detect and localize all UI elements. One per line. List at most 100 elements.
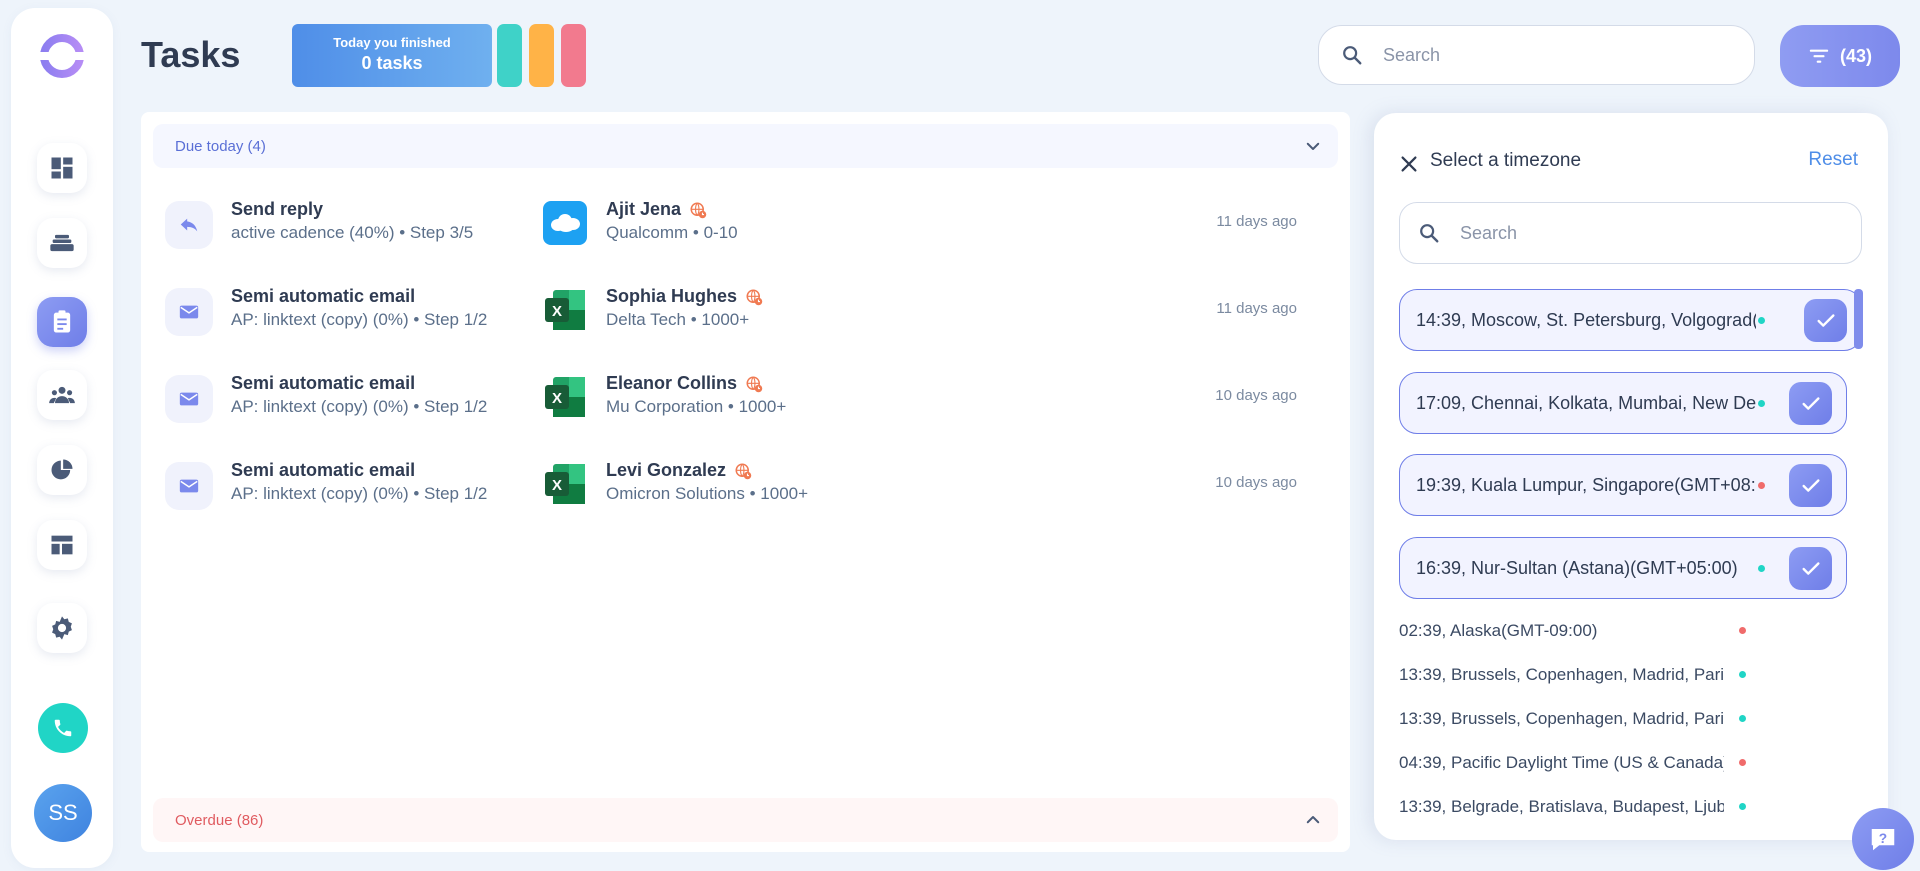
scrollbar[interactable]: [1854, 289, 1863, 349]
table-row[interactable]: Send reply active cadence (40%) • Step 3…: [165, 193, 1325, 257]
check-icon: [1801, 561, 1820, 575]
close-icon[interactable]: [1398, 153, 1420, 175]
help-button[interactable]: ?: [1852, 808, 1914, 870]
avatar[interactable]: SS: [34, 784, 92, 842]
timezone-label: 02:39, Alaska(GMT-09:00): [1399, 621, 1598, 640]
table-row[interactable]: Semi automatic email AP: linktext (copy)…: [165, 280, 1325, 344]
section-overdue[interactable]: Overdue (86): [153, 798, 1338, 842]
section-due-label: Due today (4): [175, 137, 266, 155]
email-icon: [179, 392, 199, 406]
task-type-icon: [165, 462, 213, 510]
clipboard-icon: [53, 310, 71, 333]
table-row[interactable]: Semi automatic email AP: linktext (copy)…: [165, 454, 1325, 518]
timezone-option[interactable]: 02:39, Alaska(GMT-09:00): [1399, 616, 1869, 646]
gear-icon: [52, 616, 72, 640]
status-chip-teal[interactable]: [497, 24, 522, 87]
timezone-label: 17:09, Chennai, Kolkata, Mumbai, New Del…: [1416, 392, 1756, 413]
contact-name-text: Eleanor Collins: [606, 373, 738, 393]
task-type-icon: [165, 375, 213, 423]
contact-company: Omicron Solutions • 1000+: [606, 484, 809, 503]
sidebar-item-cadences[interactable]: [37, 218, 87, 268]
task-time: 10 days ago: [1215, 474, 1297, 491]
sidebar-item-dashboard[interactable]: [37, 143, 87, 193]
timezone-option[interactable]: 13:39, Brussels, Copenhagen, Madrid, Par…: [1399, 704, 1869, 734]
task-time: 10 days ago: [1215, 387, 1297, 404]
timezone-option[interactable]: 04:39, Pacific Daylight Time (US & Canad…: [1399, 748, 1869, 778]
task-type-icon: [165, 201, 213, 249]
section-due-today[interactable]: Due today (4): [153, 124, 1338, 168]
task-time: 11 days ago: [1216, 213, 1297, 230]
pie-chart-icon: [51, 459, 73, 480]
status-dot: [1758, 482, 1765, 489]
timezone-option-selected[interactable]: 19:39, Kuala Lumpur, Singapore(GMT+08:00…: [1399, 454, 1847, 516]
company-logo: X: [543, 375, 587, 419]
globe-clock-icon: [746, 289, 763, 305]
contact-company: Mu Corporation • 1000+: [606, 397, 787, 416]
contact-name[interactable]: Levi Gonzalez: [606, 460, 752, 481]
timezone-option[interactable]: 13:39, Belgrade, Bratislava, Budapest, L…: [1399, 792, 1869, 822]
timezone-option[interactable]: 13:39, Brussels, Copenhagen, Madrid, Par…: [1399, 660, 1869, 690]
status-chip-pink[interactable]: [561, 24, 586, 87]
status-dot: [1739, 803, 1746, 810]
status-dot: [1758, 317, 1765, 324]
timezone-label: 14:39, Moscow, St. Petersburg, Volgograd…: [1416, 309, 1756, 330]
svg-text:X: X: [552, 477, 562, 494]
checkbox-checked[interactable]: [1789, 547, 1832, 590]
timezone-search-input[interactable]: [1460, 222, 1815, 244]
company-logo: [543, 201, 587, 245]
status-dot: [1758, 565, 1765, 572]
status-dot: [1739, 759, 1746, 766]
timezone-label: 13:39, Belgrade, Bratislava, Budapest, L…: [1399, 797, 1724, 816]
search-input[interactable]: [1383, 44, 1714, 66]
sidebar-item-tasks[interactable]: [37, 297, 87, 347]
salesforce-icon: [551, 214, 580, 232]
status-dot: [1758, 400, 1765, 407]
finished-value: 0 tasks: [361, 53, 423, 73]
excel-icon: X: [545, 464, 585, 504]
reset-button[interactable]: Reset: [1808, 149, 1858, 171]
globe-clock-icon: [735, 463, 752, 479]
contact-name[interactable]: Ajit Jena: [606, 199, 707, 220]
sidebar-item-team[interactable]: [37, 370, 87, 420]
contact-company: Qualcomm • 0-10: [606, 223, 738, 242]
chevron-down-icon[interactable]: [1304, 137, 1322, 155]
email-icon: [179, 305, 199, 319]
excel-icon: X: [545, 377, 585, 417]
sidebar-item-templates[interactable]: [37, 520, 87, 570]
phone-icon: [54, 719, 72, 737]
sidebar: SS: [11, 8, 113, 868]
chevron-up-icon[interactable]: [1304, 811, 1322, 829]
task-type-icon: [165, 288, 213, 336]
timezone-option-selected[interactable]: 16:39, Nur-Sultan (Astana)(GMT+05:00): [1399, 537, 1847, 599]
status-chip-orange[interactable]: [529, 24, 554, 87]
contact-name-text: Sophia Hughes: [606, 286, 738, 306]
contact-name[interactable]: Sophia Hughes: [606, 286, 763, 307]
contact-company: Delta Tech • 1000+: [606, 310, 750, 329]
svg-text:?: ?: [1879, 831, 1887, 846]
timezone-label: 19:39, Kuala Lumpur, Singapore(GMT+08:00…: [1416, 474, 1756, 495]
checkbox-checked[interactable]: [1804, 299, 1847, 342]
chat-help-icon: ?: [1871, 829, 1895, 851]
contact-name[interactable]: Eleanor Collins: [606, 373, 763, 394]
checkbox-checked[interactable]: [1789, 382, 1832, 425]
timezone-option-selected[interactable]: 14:39, Moscow, St. Petersburg, Volgograd…: [1399, 289, 1862, 351]
checkbox-checked[interactable]: [1789, 464, 1832, 507]
company-logo: X: [543, 462, 587, 506]
call-button[interactable]: [38, 703, 88, 753]
timezone-label: 04:39, Pacific Daylight Time (US & Canad…: [1399, 753, 1724, 772]
filter-count: (43): [1839, 45, 1872, 66]
app-logo[interactable]: [39, 33, 85, 79]
company-logo: X: [543, 288, 587, 332]
sidebar-item-settings[interactable]: [37, 603, 87, 653]
task-subtitle: AP: linktext (copy) (0%) • Step 1/2: [231, 310, 488, 329]
team-icon: [49, 386, 75, 404]
table-row[interactable]: Semi automatic email AP: linktext (copy)…: [165, 367, 1325, 431]
sidebar-item-reports[interactable]: [37, 445, 87, 495]
timezone-label: 16:39, Nur-Sultan (Astana)(GMT+05:00): [1416, 557, 1738, 578]
task-subtitle: AP: linktext (copy) (0%) • Step 1/2: [231, 397, 488, 416]
task-title: Semi automatic email: [231, 373, 416, 393]
timezone-label: 13:39, Brussels, Copenhagen, Madrid, Par…: [1399, 665, 1724, 684]
filter-button[interactable]: (43): [1780, 25, 1900, 87]
task-subtitle: AP: linktext (copy) (0%) • Step 1/2: [231, 484, 488, 503]
timezone-option-selected[interactable]: 17:09, Chennai, Kolkata, Mumbai, New Del…: [1399, 372, 1847, 434]
